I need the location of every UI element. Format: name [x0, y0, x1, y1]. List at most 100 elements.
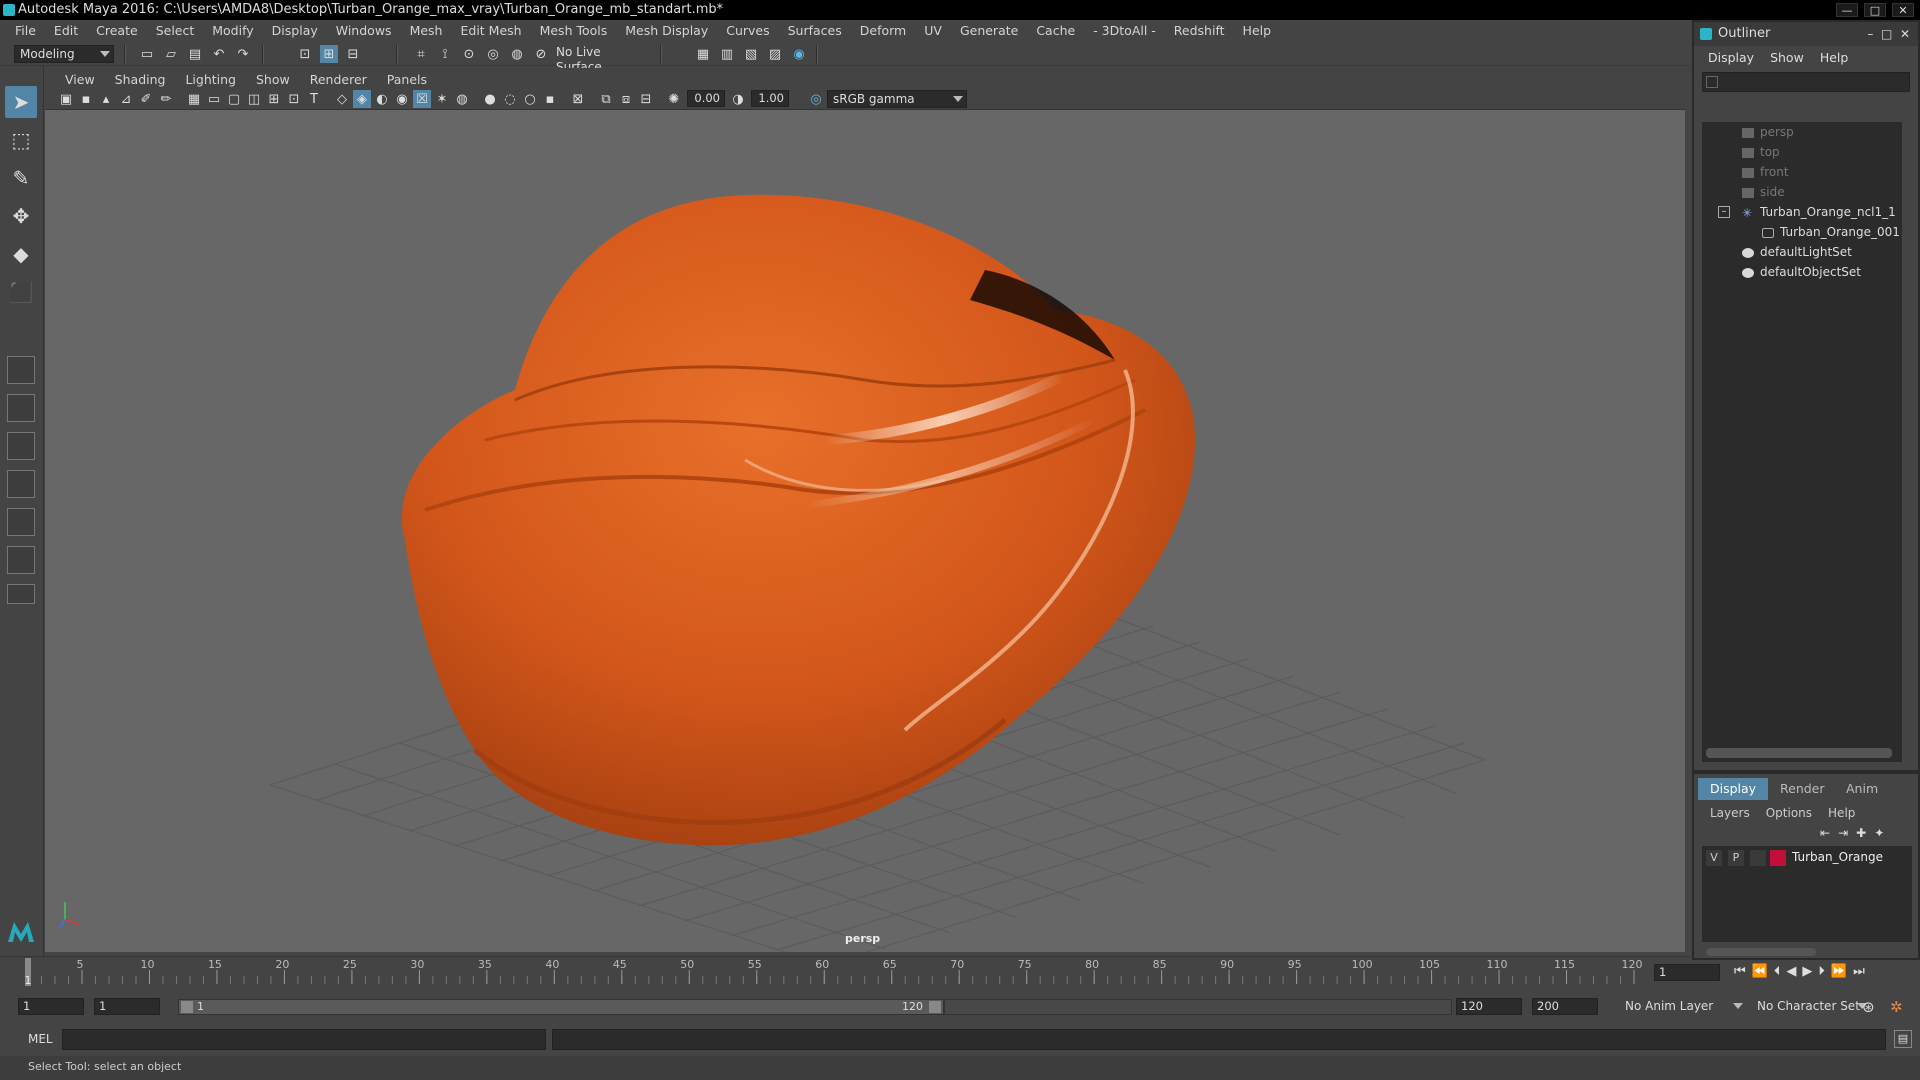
range-slider-track[interactable]: [944, 999, 1452, 1015]
save-scene-icon[interactable]: ▤: [186, 45, 204, 63]
menu-generate[interactable]: Generate: [951, 20, 1027, 42]
gamma-field[interactable]: 1.00: [751, 90, 789, 107]
resolution-gate-icon[interactable]: ▢: [225, 90, 243, 108]
use-all-lights-icon[interactable]: ☒: [413, 90, 431, 108]
outliner-item[interactable]: persp: [1742, 122, 1794, 142]
paint-select-icon[interactable]: ✎: [5, 162, 37, 194]
new-scene-icon[interactable]: ▭: [138, 45, 156, 63]
isolate-select-icon[interactable]: ⊠: [569, 90, 587, 108]
motion-blur-icon[interactable]: ◌: [501, 90, 519, 108]
outliner-item[interactable]: Turban_Orange_001: [1762, 222, 1900, 242]
layer-display-type-toggle[interactable]: [1750, 850, 1766, 866]
snap-curve-icon[interactable]: ⟟: [436, 45, 454, 63]
rotate-tool-icon[interactable]: ◆: [5, 238, 37, 270]
move-layer-up-icon[interactable]: ⇤: [1820, 826, 1830, 840]
new-layer-selected-icon[interactable]: ✦: [1874, 826, 1884, 840]
xray-active-icon[interactable]: ⧈: [617, 90, 635, 108]
range-start-handle[interactable]: [181, 1001, 193, 1013]
more-layouts-icon[interactable]: [7, 584, 35, 604]
textured-icon[interactable]: ◉: [393, 90, 411, 108]
collapse-icon[interactable]: –: [1718, 206, 1730, 218]
render-view-icon[interactable]: ▨: [766, 45, 784, 63]
menu-edit-mesh[interactable]: Edit Mesh: [451, 20, 530, 42]
layer-color-swatch[interactable]: [1770, 850, 1786, 866]
outliner-tree[interactable]: persp top front side – ✳ Turban_Orange_nc…: [1702, 122, 1902, 762]
step-forward-frame-icon[interactable]: ⏵: [1818, 964, 1825, 979]
ipr-render-icon[interactable]: ▧: [742, 45, 760, 63]
exposure-icon[interactable]: ✺: [665, 90, 683, 108]
snap-grid-icon[interactable]: ⌗: [412, 45, 430, 63]
menu-file[interactable]: File: [6, 20, 45, 42]
outliner-item[interactable]: top: [1742, 142, 1780, 162]
panel-menu-shading[interactable]: Shading: [105, 72, 176, 87]
persp-outliner-layout-icon[interactable]: [7, 432, 35, 460]
menu-mesh-tools[interactable]: Mesh Tools: [531, 20, 617, 42]
menu-cache[interactable]: Cache: [1027, 20, 1084, 42]
exposure-field[interactable]: 0.00: [687, 90, 725, 107]
panel-menu-renderer[interactable]: Renderer: [300, 72, 377, 87]
gate-mask-icon[interactable]: ◫: [245, 90, 263, 108]
perspective-viewport[interactable]: persp: [45, 110, 1685, 952]
close-button[interactable]: ✕: [1892, 3, 1914, 17]
menu-create[interactable]: Create: [87, 20, 147, 42]
menu-select[interactable]: Select: [147, 20, 204, 42]
menu-surfaces[interactable]: Surfaces: [779, 20, 851, 42]
menu-deform[interactable]: Deform: [851, 20, 915, 42]
new-layer-icon[interactable]: ✚: [1856, 826, 1866, 840]
move-layer-down-icon[interactable]: ⇥: [1838, 826, 1848, 840]
menu-windows[interactable]: Windows: [327, 20, 401, 42]
outliner-menu-help[interactable]: Help: [1812, 50, 1857, 65]
menu-3dtoall[interactable]: - 3DtoAll -: [1084, 20, 1165, 42]
four-view-layout-icon[interactable]: [7, 394, 35, 422]
outliner-item[interactable]: ✳ Turban_Orange_ncl1_1: [1742, 202, 1896, 222]
tab-anim[interactable]: Anim: [1834, 778, 1890, 800]
outliner-item[interactable]: defaultObjectSet: [1742, 262, 1861, 282]
go-to-start-icon[interactable]: ⏮: [1734, 964, 1746, 979]
grease-pencil-icon[interactable]: ✐: [137, 90, 155, 108]
render-frame-icon[interactable]: ▥: [718, 45, 736, 63]
gamma-icon[interactable]: ◑: [729, 90, 747, 108]
pencil-icon[interactable]: ✏: [157, 90, 175, 108]
panel-menu-panels[interactable]: Panels: [377, 72, 437, 87]
tab-render[interactable]: Render: [1768, 778, 1837, 800]
xray-icon[interactable]: ◍: [453, 90, 471, 108]
undo-icon[interactable]: ↶: [210, 45, 228, 63]
scale-tool-icon[interactable]: ⬛: [5, 276, 37, 308]
time-slider-ruler[interactable]: 5 10 15 20 25 30 35 40 45 50 55 60 65 70 75 80 85 90 95 100…: [22, 956, 1652, 988]
select-component-icon[interactable]: ⊟: [344, 45, 362, 63]
open-scene-icon[interactable]: ▱: [162, 45, 180, 63]
antialias-icon[interactable]: ○: [521, 90, 539, 108]
select-tool-icon[interactable]: ➤: [5, 86, 37, 118]
end-time-field[interactable]: 200: [1532, 998, 1598, 1015]
character-set-dropdown[interactable]: No Character Set: [1752, 998, 1870, 1016]
range-end-handle[interactable]: [929, 1001, 941, 1013]
outliner-menu-show[interactable]: Show: [1762, 50, 1812, 65]
outliner-search-input[interactable]: [1702, 72, 1910, 92]
select-hierarchy-icon[interactable]: ⊡: [296, 45, 314, 63]
layer-row[interactable]: V P Turban_Orange: [1702, 848, 1912, 868]
ambient-occlusion-icon[interactable]: ●: [481, 90, 499, 108]
menu-curves[interactable]: Curves: [717, 20, 778, 42]
outliner-item[interactable]: front: [1742, 162, 1789, 182]
command-language-label[interactable]: MEL: [28, 1032, 53, 1046]
outliner-item[interactable]: defaultLightSet: [1742, 242, 1852, 262]
snap-point-icon[interactable]: ⊙: [460, 45, 478, 63]
start-time-field[interactable]: 1: [18, 998, 84, 1015]
single-perspective-layout-icon[interactable]: [7, 356, 35, 384]
backface-culling-icon[interactable]: ⊟: [637, 90, 655, 108]
lasso-tool-icon[interactable]: ⬚: [5, 124, 37, 156]
script-editor-icon[interactable]: ▤: [1894, 1030, 1912, 1048]
move-tool-icon[interactable]: ✥: [5, 200, 37, 232]
play-forwards-icon[interactable]: ▶: [1802, 964, 1812, 979]
film-gate-icon[interactable]: ▭: [205, 90, 223, 108]
panel-menu-show[interactable]: Show: [246, 72, 300, 87]
outliner-menu-display[interactable]: Display: [1700, 50, 1762, 65]
step-forward-key-icon[interactable]: ⏩: [1831, 964, 1847, 979]
menu-set-dropdown[interactable]: Modeling: [14, 45, 114, 63]
safe-title-icon[interactable]: T: [305, 90, 323, 108]
panel-menu-lighting[interactable]: Lighting: [175, 72, 246, 87]
persp-graph-layout-icon[interactable]: [7, 470, 35, 498]
command-input[interactable]: [62, 1029, 546, 1050]
wireframe-icon[interactable]: ◇: [333, 90, 351, 108]
depth-of-field-icon[interactable]: ▪: [541, 90, 559, 108]
